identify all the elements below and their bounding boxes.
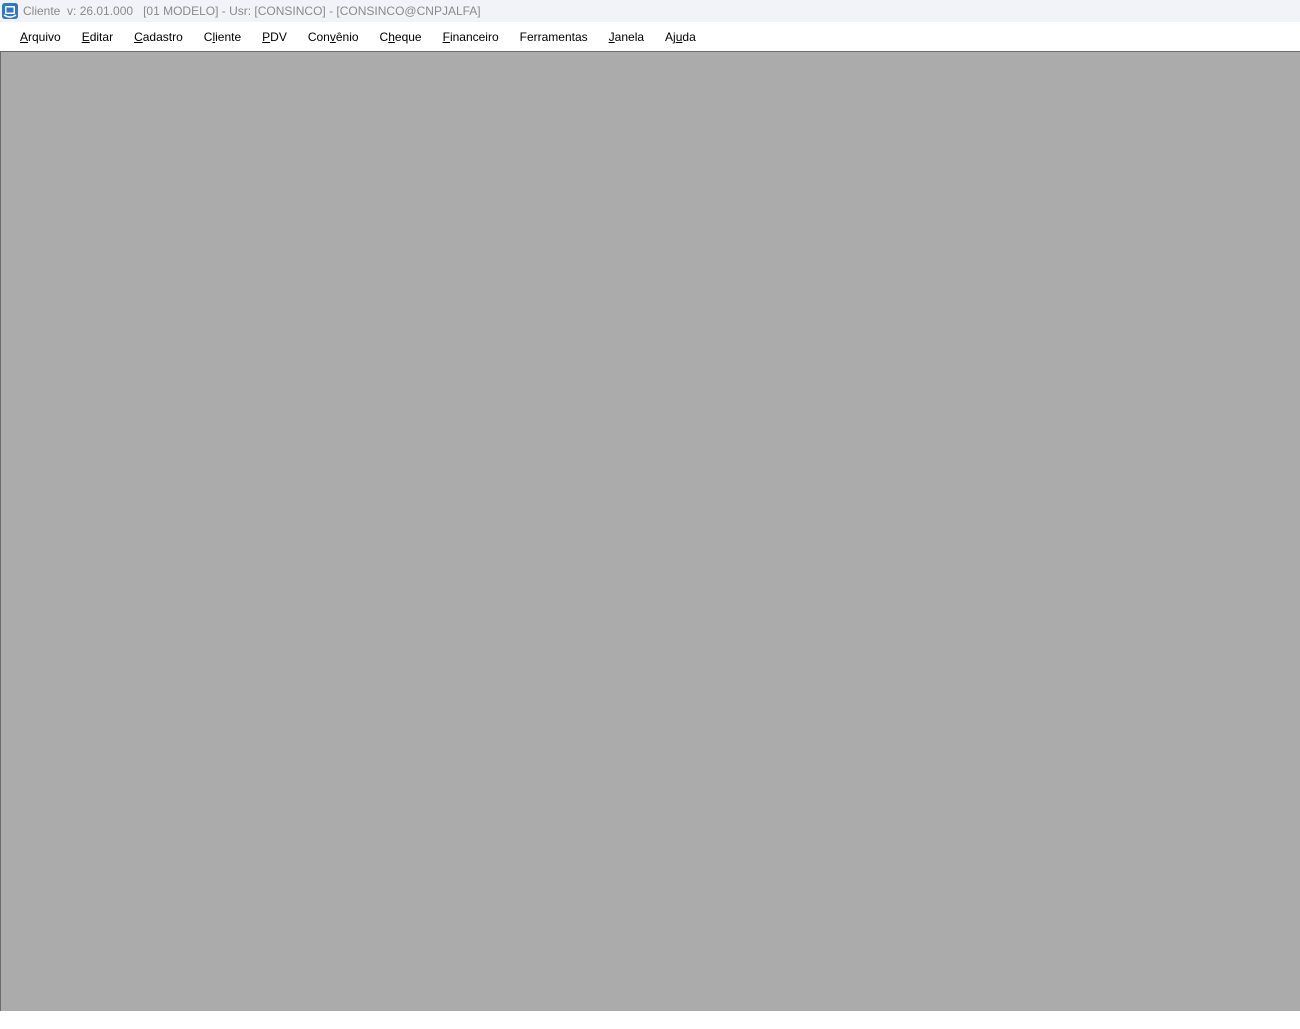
- menu-item-cadastro[interactable]: Cadastro: [124, 26, 193, 48]
- menu-item-financeiro[interactable]: Financeiro: [433, 26, 509, 48]
- menu-bar: Arquivo Editar Cadastro Cliente PDV Convênio C…: [0, 22, 1300, 51]
- menu-label-rest: inanceiro: [449, 29, 499, 44]
- menu-label-rest: rquivo: [28, 29, 61, 44]
- menu-accelerator: F: [442, 29, 450, 44]
- menu-label-rest: iente: [215, 29, 242, 44]
- menu-label-rest: DV: [270, 29, 287, 44]
- menu-accelerator: A: [20, 29, 29, 44]
- menu-accelerator: h: [388, 29, 395, 44]
- menu-label-rest: ditar: [89, 29, 114, 44]
- app-logo-icon[interactable]: [2, 3, 18, 19]
- menu-item-cheque[interactable]: Cheque: [370, 26, 432, 48]
- menu-item-convenio[interactable]: Convênio: [298, 26, 369, 48]
- window-title: Cliente v: 26.01.000 [01 MODELO] - Usr: …: [23, 4, 481, 18]
- menu-item-arquivo[interactable]: Arquivo: [10, 26, 71, 48]
- menu-label-rest: adastro: [142, 29, 183, 44]
- menu-label-rest: da: [682, 29, 696, 44]
- menu-label-pre: Con: [307, 29, 330, 44]
- menu-item-cliente[interactable]: Cliente: [194, 26, 251, 48]
- menu-item-ferramentas[interactable]: Ferramentas: [510, 26, 598, 48]
- title-bar[interactable]: Cliente v: 26.01.000 [01 MODELO] - Usr: …: [0, 0, 1300, 22]
- menu-label-pre: C: [379, 29, 389, 44]
- menu-label-rest: eque: [394, 29, 422, 44]
- mdi-workspace[interactable]: [0, 51, 1300, 1011]
- menu-item-ajuda[interactable]: Ajuda: [655, 26, 706, 48]
- menu-accelerator: P: [262, 29, 271, 44]
- menu-item-janela[interactable]: Janela: [599, 26, 654, 48]
- menu-label-pre: Aj: [665, 29, 676, 44]
- menu-accelerator: E: [81, 29, 90, 44]
- menu-label-rest: anela: [614, 29, 645, 44]
- menu-label-pre: Ferramentas: [519, 29, 588, 44]
- bottom-border: [0, 1011, 1300, 1029]
- menu-item-editar[interactable]: Editar: [72, 26, 123, 48]
- menu-accelerator: C: [134, 29, 143, 44]
- main-window: Cliente v: 26.01.000 [01 MODELO] - Usr: …: [0, 0, 1300, 1029]
- menu-item-pdv[interactable]: PDV: [252, 26, 297, 48]
- menu-label-rest: ênio: [335, 29, 359, 44]
